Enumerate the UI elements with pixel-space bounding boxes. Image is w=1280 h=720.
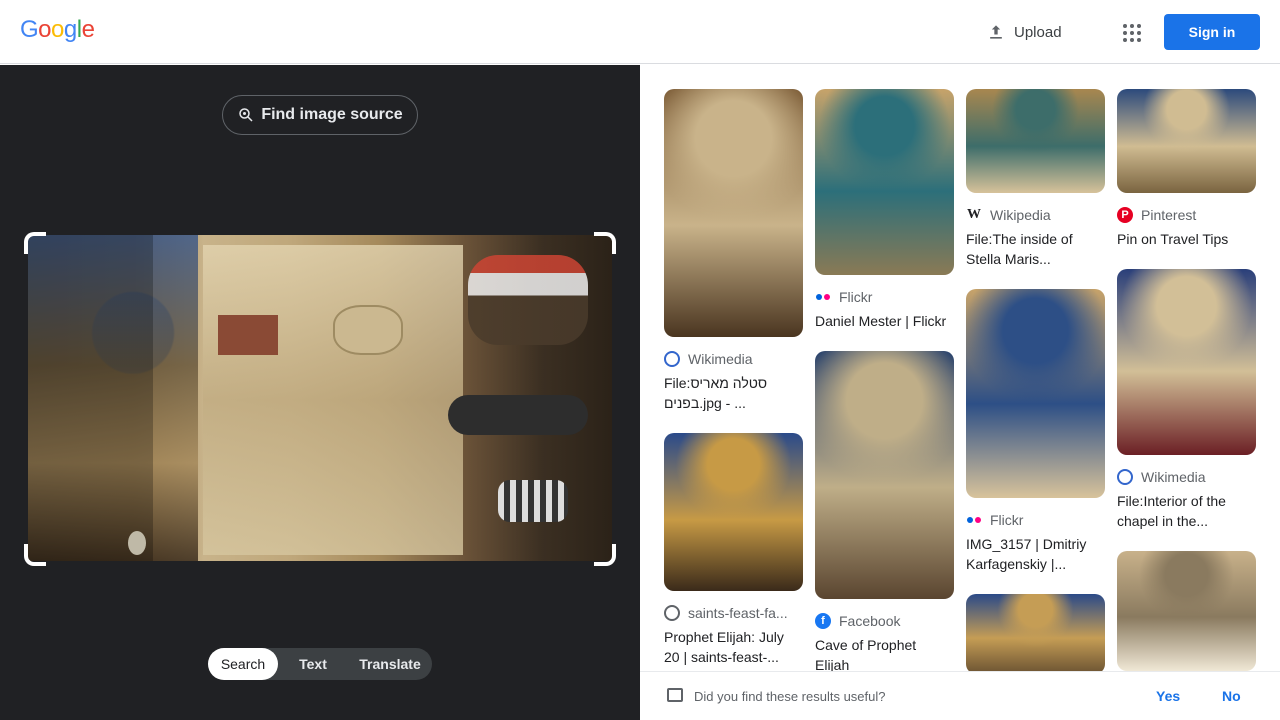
- result-thumbnail[interactable]: [966, 594, 1105, 671]
- result-thumbnail[interactable]: [815, 89, 954, 275]
- uploaded-image: [28, 235, 612, 561]
- result-title[interactable]: File:Interior of the chapel in the...: [1117, 491, 1256, 531]
- result-source[interactable]: Wikimedia: [1117, 469, 1256, 485]
- result-source-name: Wikimedia: [688, 351, 753, 367]
- upload-label: Upload: [1014, 23, 1062, 41]
- facebook-icon: f: [815, 613, 831, 629]
- results-column-4: P Pinterest Pin on Travel Tips Wikimedia Fil…: [1117, 89, 1256, 671]
- result-thumbnail[interactable]: [1117, 269, 1256, 455]
- logo-letter: G: [20, 16, 39, 43]
- result-card[interactable]: saints-feast-fa... Prophet Elijah: July 2…: [664, 433, 803, 667]
- result-thumbnail[interactable]: [664, 89, 803, 337]
- wikipedia-icon: W: [966, 207, 982, 223]
- result-card[interactable]: Wikimedia File:סטלה מאריס בפנים.jpg - ...: [664, 89, 803, 413]
- result-card[interactable]: [1117, 551, 1256, 671]
- result-source[interactable]: P Pinterest: [1117, 207, 1256, 223]
- result-card[interactable]: Flickr Daniel Mester | Flickr: [815, 89, 954, 331]
- image-preview-panel: Find image source Search Text Translate: [0, 65, 640, 720]
- crop-handle-bottom-left[interactable]: [24, 544, 46, 566]
- crop-selection[interactable]: [24, 232, 616, 566]
- crop-handle-top-left[interactable]: [24, 232, 46, 254]
- visual-matches-results: Wikimedia File:סטלה מאריס בפנים.jpg - ...…: [640, 65, 1280, 671]
- results-column-1: Wikimedia File:סטלה מאריס בפנים.jpg - ...…: [664, 89, 803, 671]
- lens-search-icon: [239, 108, 253, 122]
- result-thumbnail[interactable]: [1117, 89, 1256, 193]
- result-card[interactable]: f Facebook Cave of Prophet Elijah: [815, 351, 954, 671]
- logo-letter: e: [81, 16, 95, 43]
- results-column-2: Flickr Daniel Mester | Flickr f Facebook Cav…: [815, 89, 954, 671]
- result-source[interactable]: Flickr: [966, 512, 1105, 528]
- feedback-no-button[interactable]: No: [1222, 688, 1241, 704]
- result-thumbnail[interactable]: [664, 433, 803, 591]
- tab-search[interactable]: Search: [208, 648, 278, 680]
- result-thumbnail[interactable]: [966, 289, 1105, 498]
- result-thumbnail[interactable]: [1117, 551, 1256, 671]
- globe-icon: [664, 605, 680, 621]
- wikimedia-icon: [1117, 469, 1133, 485]
- result-source-name: Wikimedia: [1141, 469, 1206, 485]
- google-apps-icon[interactable]: [1118, 18, 1146, 46]
- flickr-icon: [815, 289, 831, 305]
- google-logo[interactable]: Google: [20, 16, 95, 44]
- result-source-name: Flickr: [990, 512, 1024, 528]
- result-title[interactable]: Cave of Prophet Elijah: [815, 635, 954, 671]
- result-title[interactable]: IMG_3157 | Dmitriy Karfagenskiy |...: [966, 534, 1105, 574]
- feedback-icon: [667, 688, 683, 702]
- flickr-icon: [966, 512, 982, 528]
- result-source[interactable]: Wikimedia: [664, 351, 803, 367]
- result-source[interactable]: Flickr: [815, 289, 954, 305]
- result-source-name: Facebook: [839, 613, 901, 629]
- results-column-3: W Wikipedia File:The inside of Stella Mari…: [966, 89, 1105, 671]
- result-source-name: saints-feast-fa...: [688, 605, 788, 621]
- result-card[interactable]: P Pinterest Pin on Travel Tips: [1117, 89, 1256, 249]
- result-title[interactable]: Daniel Mester | Flickr: [815, 311, 954, 331]
- upload-button[interactable]: Upload: [986, 18, 1062, 46]
- result-title[interactable]: File:סטלה מאריס בפנים.jpg - ...: [664, 373, 803, 413]
- crop-handle-bottom-right[interactable]: [594, 544, 616, 566]
- crop-handle-top-right[interactable]: [594, 232, 616, 254]
- result-source-name: Wikipedia: [990, 207, 1051, 223]
- logo-letter: o: [51, 16, 64, 43]
- result-source[interactable]: W Wikipedia: [966, 207, 1105, 223]
- result-card[interactable]: [966, 594, 1105, 671]
- mode-tabs: Search Text Translate: [208, 648, 432, 680]
- pinterest-icon: P: [1117, 207, 1133, 223]
- result-title[interactable]: Prophet Elijah: July 20 | saints-feast-.…: [664, 627, 803, 667]
- wikimedia-icon: [664, 351, 680, 367]
- result-card[interactable]: Flickr IMG_3157 | Dmitriy Karfagenskiy |.…: [966, 289, 1105, 574]
- feedback-yes-button[interactable]: Yes: [1156, 688, 1180, 704]
- result-card[interactable]: W Wikipedia File:The inside of Stella Mari…: [966, 89, 1105, 269]
- result-card[interactable]: Wikimedia File:Interior of the chapel in …: [1117, 269, 1256, 531]
- result-source-name: Flickr: [839, 289, 873, 305]
- find-image-source-button[interactable]: Find image source: [222, 95, 418, 135]
- feedback-question: Did you find these results useful?: [694, 689, 886, 704]
- logo-letter: g: [63, 16, 77, 43]
- result-source-name: Pinterest: [1141, 207, 1197, 223]
- top-header: Google Upload Sign in: [0, 0, 1280, 64]
- result-source[interactable]: saints-feast-fa...: [664, 605, 803, 621]
- result-thumbnail[interactable]: [966, 89, 1105, 193]
- feedback-bar: Did you find these results useful? Yes N…: [640, 671, 1280, 720]
- tab-text[interactable]: Text: [278, 648, 348, 680]
- find-image-source-label: Find image source: [261, 106, 403, 123]
- sign-in-button[interactable]: Sign in: [1164, 14, 1260, 50]
- result-title[interactable]: File:The inside of Stella Maris...: [966, 229, 1105, 269]
- logo-letter: o: [38, 16, 52, 43]
- tab-translate[interactable]: Translate: [348, 648, 432, 680]
- result-thumbnail[interactable]: [815, 351, 954, 599]
- upload-icon: [990, 25, 1002, 39]
- result-source[interactable]: f Facebook: [815, 613, 954, 629]
- result-title[interactable]: Pin on Travel Tips: [1117, 229, 1256, 249]
